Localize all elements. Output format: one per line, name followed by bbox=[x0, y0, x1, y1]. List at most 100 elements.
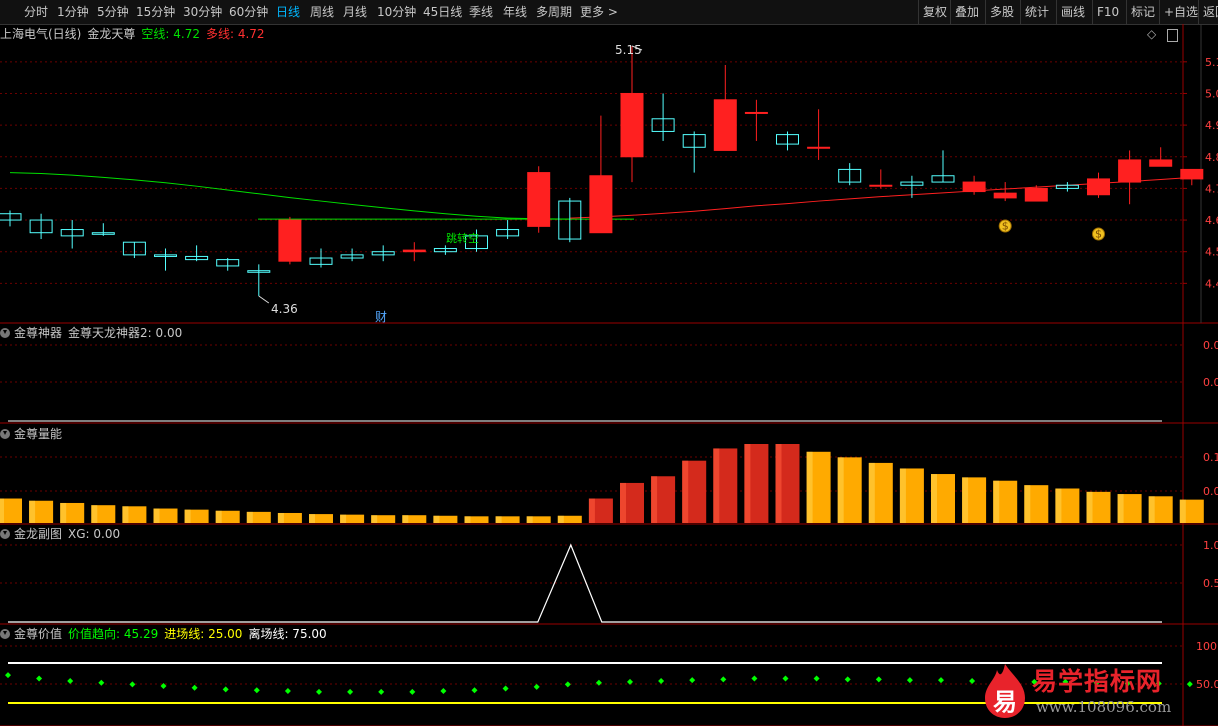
volume-bar-highlight bbox=[433, 515, 440, 523]
price-tick-label: 4.4 bbox=[1205, 277, 1218, 290]
volume-bar-highlight bbox=[837, 457, 844, 523]
volume-bar-highlight bbox=[122, 506, 129, 523]
volume-bar-highlight bbox=[495, 516, 502, 523]
toolbar-button[interactable]: 返回 bbox=[1198, 0, 1218, 24]
volume-bar-highlight bbox=[464, 516, 471, 523]
value-trend-point bbox=[253, 687, 260, 694]
period-tab[interactable]: 年线 bbox=[503, 0, 527, 24]
value-trend-point bbox=[595, 679, 602, 686]
toolbar-button[interactable]: F10 bbox=[1092, 0, 1123, 24]
period-tab[interactable]: 周线 bbox=[310, 0, 334, 24]
candle-body bbox=[620, 92, 644, 158]
value-trend-point bbox=[5, 672, 11, 679]
price-tick-label: 4.9 bbox=[1205, 119, 1218, 132]
volume-bar-highlight bbox=[1148, 496, 1155, 523]
candle-body bbox=[744, 111, 768, 114]
value-trend-value: 价值趋向: 45.29 bbox=[68, 627, 159, 641]
volume-bar-highlight bbox=[806, 451, 813, 523]
value-trend-point bbox=[720, 676, 727, 683]
toolbar-button[interactable]: 叠加 bbox=[950, 0, 983, 24]
period-tab[interactable]: 10分钟 bbox=[377, 0, 416, 24]
value-trend-point bbox=[751, 675, 758, 682]
chevron-down-icon[interactable] bbox=[0, 328, 10, 338]
candle-body bbox=[962, 181, 986, 193]
kong-line-value: 空线: 4.72 bbox=[141, 27, 200, 41]
indicator-name: 金龙天尊 bbox=[87, 27, 136, 41]
toolbar-button[interactable]: +自选 bbox=[1159, 0, 1202, 24]
toolbar-button[interactable]: 统计 bbox=[1020, 0, 1053, 24]
value-trend-point bbox=[471, 687, 478, 694]
volume-bar-highlight bbox=[651, 476, 658, 523]
volume-bar-highlight bbox=[993, 480, 1000, 523]
chevron-down-icon[interactable] bbox=[0, 529, 10, 539]
volume-bar-highlight bbox=[184, 509, 191, 523]
duo-line-value: 多线: 4.72 bbox=[205, 27, 265, 41]
volume-bar-highlight bbox=[962, 477, 969, 523]
period-tab[interactable]: 5分钟 bbox=[97, 0, 129, 24]
price-tick-label: 4.5 bbox=[1205, 246, 1218, 259]
volume-bar-highlight bbox=[557, 515, 564, 523]
panel3-tick-label: 0.1 bbox=[1203, 451, 1218, 464]
volume-bar-highlight bbox=[153, 508, 160, 523]
money-bag-icon-glyph: $ bbox=[1095, 228, 1102, 241]
value-trend-point bbox=[284, 688, 291, 695]
period-tab[interactable]: 45日线 bbox=[423, 0, 462, 24]
toolbar-button[interactable]: 标记 bbox=[1126, 0, 1159, 24]
volume-bar-highlight bbox=[620, 482, 626, 523]
volume-bar-highlight bbox=[402, 515, 409, 523]
chevron-down-icon[interactable] bbox=[0, 429, 10, 439]
value-trend-point bbox=[658, 678, 665, 685]
stock-name: 上海电气(日线) bbox=[0, 27, 82, 41]
candle-body bbox=[869, 184, 893, 187]
period-tab[interactable]: 30分钟 bbox=[183, 0, 222, 24]
candle-body bbox=[402, 249, 426, 253]
value-trend-point bbox=[533, 683, 540, 690]
panel5-title: 金尊价值 价值趋向: 45.29 进场线: 25.00 离场线: 75.00 bbox=[0, 626, 333, 642]
value-trend-point bbox=[938, 677, 944, 684]
period-tab[interactable]: 分时 bbox=[24, 0, 48, 24]
period-tab[interactable]: 月线 bbox=[343, 0, 367, 24]
kong-ma-line bbox=[9, 172, 570, 220]
volume-bar-highlight bbox=[91, 505, 98, 523]
cai-marker[interactable]: 财 bbox=[375, 309, 387, 325]
value-trend-point bbox=[347, 688, 354, 695]
panel-toggle-button[interactable] bbox=[1167, 29, 1178, 42]
chevron-down-icon[interactable] bbox=[0, 629, 10, 639]
period-tab[interactable]: 60分钟 bbox=[229, 0, 268, 24]
panel5-tick-label: 100 bbox=[1196, 640, 1217, 653]
main-panel-title: 上海电气(日线) 金龙天尊 空线: 4.72 多线: 4.72 bbox=[0, 26, 271, 42]
period-tab[interactable]: 日线 bbox=[276, 0, 300, 24]
value-trend-point bbox=[875, 676, 882, 683]
toolbar-button[interactable]: 画线 bbox=[1056, 0, 1089, 24]
period-tab[interactable]: 15分钟 bbox=[136, 0, 175, 24]
volume-bar-highlight bbox=[868, 462, 875, 523]
volume-bar-highlight bbox=[246, 511, 253, 523]
period-tab[interactable]: 多周期 bbox=[536, 0, 572, 24]
stock-chart: 5.1 5.0 4.9 4.8 4.7 4.6 4.5 4.4 $ $0.0 0.0 0.1 0.0 1.… bbox=[0, 24, 1218, 726]
price-tick-label: 4.7 bbox=[1205, 182, 1218, 195]
panel4-tick-label: 0.5 bbox=[1203, 577, 1218, 590]
period-tab[interactable]: 1分钟 bbox=[57, 0, 89, 24]
panel3-tick-label: 0.0 bbox=[1203, 485, 1218, 498]
value-trend-point bbox=[969, 678, 976, 685]
toolbar-button[interactable]: 多股 bbox=[985, 0, 1018, 24]
volume-bar-highlight bbox=[899, 468, 906, 523]
volume-bar-highlight bbox=[0, 498, 4, 523]
high-label: 5.15 bbox=[615, 43, 642, 57]
period-toolbar: 分时 1分钟 5分钟 15分钟 30分钟 60分钟 日线 周线 月线 10分钟 45日线 季线 年线 多周… bbox=[0, 0, 1218, 25]
value-trend-point bbox=[440, 688, 447, 695]
period-tab[interactable]: 季线 bbox=[469, 0, 493, 24]
volume-bar-highlight bbox=[277, 512, 284, 523]
period-tab[interactable]: 更多 > bbox=[580, 0, 618, 24]
price-tick-label: 4.6 bbox=[1205, 214, 1218, 227]
panel5-name: 金尊价值 bbox=[14, 627, 63, 641]
value-trend-point bbox=[813, 675, 820, 682]
diamond-icon[interactable]: ◇ bbox=[1147, 26, 1156, 42]
money-bag-icon-glyph: $ bbox=[1002, 220, 1009, 233]
value-trend-point bbox=[1186, 681, 1193, 688]
watermark-name: 易学指标网 bbox=[1032, 667, 1163, 696]
value-trend-point bbox=[36, 675, 43, 682]
panel4-tick-label: 1.0 bbox=[1203, 539, 1218, 552]
toolbar-button[interactable]: 复权 bbox=[918, 0, 951, 24]
value-trend-point bbox=[782, 675, 789, 682]
